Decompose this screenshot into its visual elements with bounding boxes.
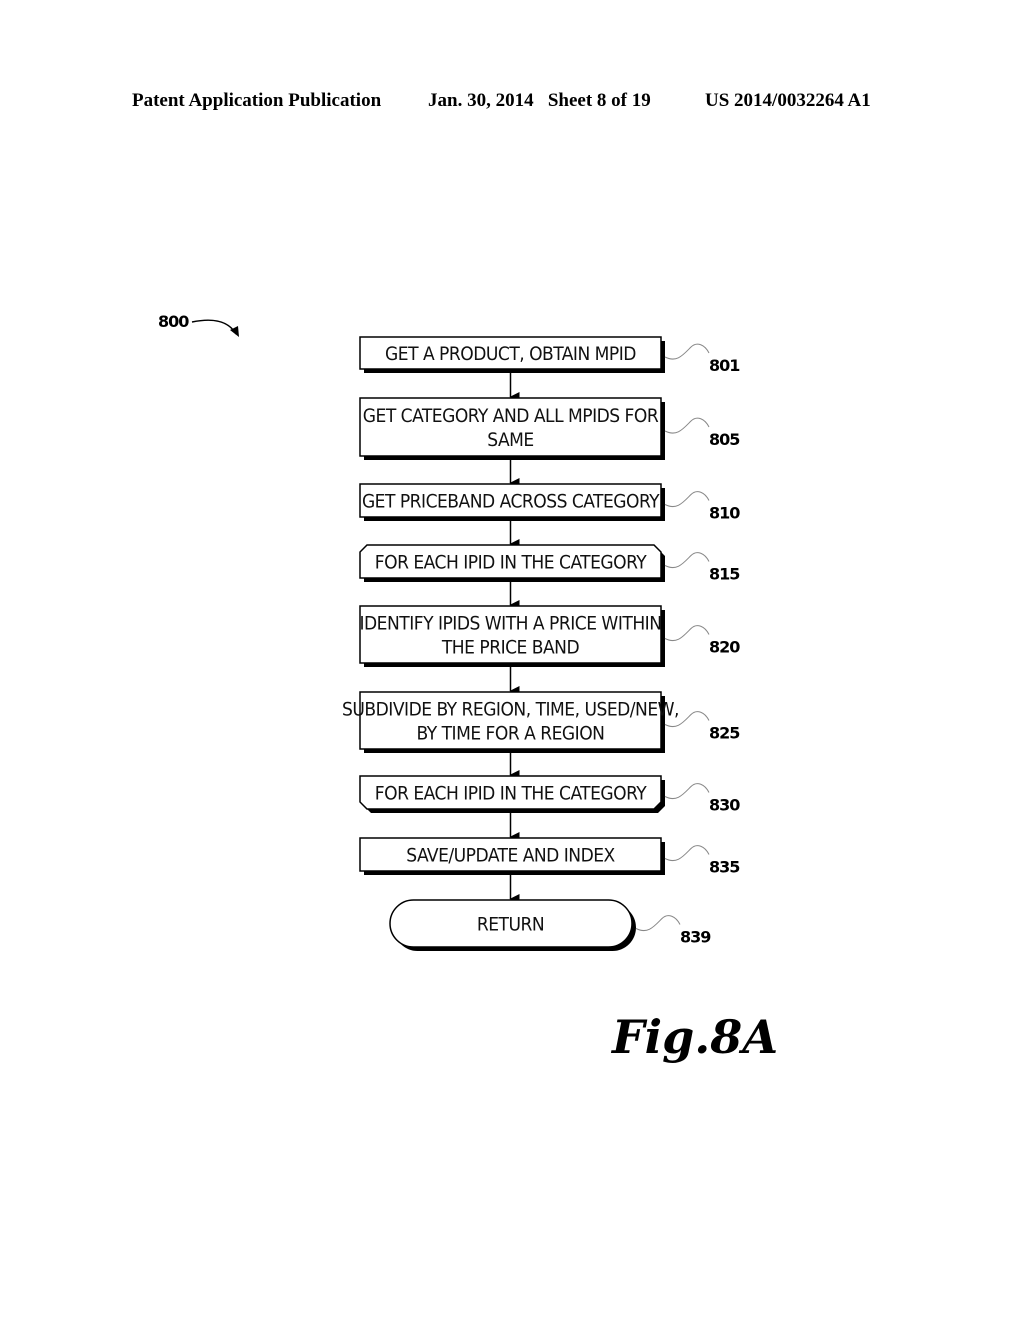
step-839: RETURN 839 [389, 899, 712, 951]
step-801: GET A PRODUCT, OBTAIN MPID 801 [359, 336, 741, 375]
step-830: FOR EACH IPID IN THE CATEGORY 830 [359, 775, 741, 815]
step-825: SUBDIVIDE BY REGION, TIME, USED/NEW,BY T… [342, 691, 741, 753]
step-text: SAME [487, 429, 533, 451]
step-text: IDENTIFY IPIDS WITH A PRICE WITHIN [359, 613, 661, 635]
step-835: SAVE/UPDATE AND INDEX 835 [359, 837, 741, 877]
step-805: GET CATEGORY AND ALL MPIDS FORSAME 805 [359, 397, 741, 460]
step-815: FOR EACH IPID IN THE CATEGORY 815 [359, 544, 741, 584]
step-text: FOR EACH IPID IN THE CATEGORY [375, 783, 647, 805]
step-text: THE PRICE BAND [441, 637, 580, 659]
step-text: BY TIME FOR A REGION [417, 723, 605, 745]
leader-line [664, 625, 710, 642]
leader-line [664, 417, 710, 434]
step-text: FOR EACH IPID IN THE CATEGORY [375, 552, 647, 574]
figure-ref-800: 800 [158, 312, 189, 331]
leader-line [635, 915, 681, 932]
leader-line [664, 491, 710, 508]
leader-line [664, 552, 710, 569]
step-ref-810: 810 [709, 504, 740, 523]
step-ref-805: 805 [709, 430, 740, 449]
step-ref-820: 820 [709, 638, 740, 657]
step-ref-835: 835 [709, 858, 740, 877]
step-text: SUBDIVIDE BY REGION, TIME, USED/NEW, [342, 699, 679, 721]
figure-ref-arrow [191, 319, 237, 335]
figure-label: Fig.8A [610, 1010, 778, 1064]
flowchart: 800 GET A PRODUCT, OBTAIN MPID 801 GET CAT… [158, 312, 778, 1064]
step-ref-801: 801 [709, 356, 740, 375]
leader-line [664, 343, 710, 360]
step-text: GET CATEGORY AND ALL MPIDS FOR [363, 405, 659, 427]
step-ref-825: 825 [709, 724, 740, 743]
steps-layer: GET A PRODUCT, OBTAIN MPID 801 GET CATEGOR… [342, 336, 741, 951]
step-text: GET PRICEBAND ACROSS CATEGORY [362, 491, 660, 513]
step-text: SAVE/UPDATE AND INDEX [406, 845, 615, 867]
step-820: IDENTIFY IPIDS WITH A PRICE WITHINTHE PR… [359, 605, 741, 667]
step-ref-815: 815 [709, 565, 740, 584]
step-text: RETURN [477, 914, 544, 936]
leader-line [664, 783, 710, 800]
leader-line [664, 845, 710, 862]
step-ref-830: 830 [709, 796, 740, 815]
step-text: GET A PRODUCT, OBTAIN MPID [385, 343, 636, 365]
step-ref-839: 839 [680, 928, 711, 947]
step-810: GET PRICEBAND ACROSS CATEGORY 810 [359, 483, 741, 523]
